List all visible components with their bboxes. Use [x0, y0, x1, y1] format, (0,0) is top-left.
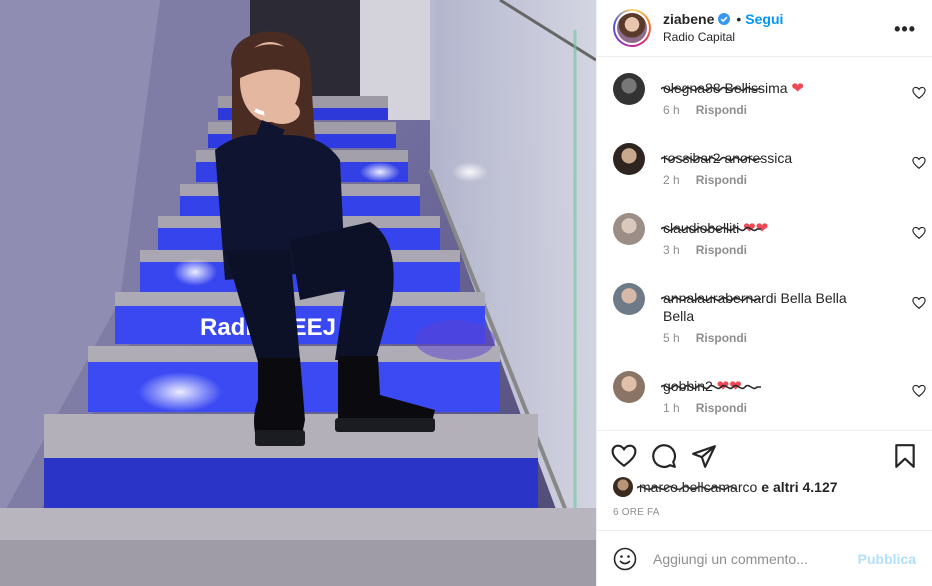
post-location[interactable]: Radio Capital — [663, 28, 783, 46]
comment-time[interactable]: 6 h — [663, 103, 680, 117]
instagram-post-modal: Radio DEEJ ziabene • Segui Radio Capital… — [0, 0, 932, 586]
reply-button[interactable]: Rispondi — [696, 173, 747, 187]
comment-body: Bellissima — [724, 80, 788, 96]
publish-button[interactable]: Pubblica — [858, 551, 916, 567]
follow-button[interactable]: Segui — [745, 10, 783, 28]
liked-by-username[interactable]: marco.bellcamarco — [637, 479, 757, 495]
post-actions-bar — [597, 430, 932, 474]
heart-icon[interactable] — [611, 443, 637, 469]
comment-like-icon[interactable] — [912, 384, 926, 398]
comment-text: rossibar2 anoressica — [661, 149, 873, 175]
reply-button[interactable]: Rispondi — [696, 401, 747, 415]
comment-time[interactable]: 1 h — [663, 401, 680, 415]
comment-meta: 5 h Rispondi — [663, 331, 747, 345]
comment-text: gobbin2 ❤❤ — [661, 377, 873, 403]
commenter-username[interactable]: gobbin2 — [661, 378, 761, 394]
comment-like-icon[interactable] — [912, 296, 926, 310]
reply-button[interactable]: Rispondi — [696, 243, 747, 257]
comment-icon[interactable] — [651, 443, 677, 469]
comment-meta: 3 h Rispondi — [663, 243, 747, 257]
author-avatar[interactable] — [613, 9, 651, 47]
more-options-icon[interactable]: ••• — [894, 19, 916, 40]
commenter-username[interactable]: annalaurabernardi — [661, 290, 777, 306]
red-heart-emoji: ❤❤ — [743, 220, 769, 237]
bookmark-icon[interactable] — [892, 443, 918, 469]
red-heart-emoji: ❤ — [791, 80, 804, 97]
comment-input[interactable] — [653, 550, 858, 567]
commenter-username[interactable]: rossibar2 — [661, 150, 761, 166]
reply-button[interactable]: Rispondi — [696, 331, 747, 345]
comment-meta: 2 h Rispondi — [663, 173, 747, 187]
likes-count[interactable]: e altri 4.127 — [761, 479, 837, 495]
post-header: ziabene • Segui Radio Capital ••• — [597, 0, 932, 57]
comment-text: annalaurabernardi Bella Bella Bella — [661, 289, 873, 325]
liker-avatar[interactable] — [613, 477, 633, 497]
commenter-avatar[interactable] — [613, 213, 645, 245]
post-time-ago[interactable]: 6 ORE FA — [613, 507, 660, 518]
comment-like-icon[interactable] — [912, 86, 926, 100]
comment-item: gobbin2 ❤❤ — [613, 371, 916, 403]
comment-meta: 6 h Rispondi — [663, 103, 747, 117]
reply-button[interactable]: Rispondi — [696, 103, 747, 117]
comments-list: olegna88 Bellissima ❤ 6 h Rispondi rossibar… — [597, 57, 932, 430]
comment-item: olegna88 Bellissima ❤ — [613, 73, 916, 105]
comment-item: rossibar2 anoressica — [613, 143, 916, 175]
author-avatar-image — [617, 13, 647, 43]
commenter-avatar[interactable] — [613, 73, 645, 105]
comment-body: anoressica — [724, 150, 793, 166]
comment-text: olegna88 Bellissima ❤ — [661, 79, 873, 105]
comment-time[interactable]: 3 h — [663, 243, 680, 257]
comment-item: annalaurabernardi Bella Bella Bella — [613, 283, 916, 325]
commenter-avatar[interactable] — [613, 371, 645, 403]
comment-like-icon[interactable] — [912, 226, 926, 240]
likes-summary: marco.bellcamarco e altri 4.127 — [613, 477, 916, 497]
commenter-username[interactable]: claudiobelliti — [661, 220, 761, 236]
comment-item: claudiobelliti ❤❤ — [613, 213, 916, 245]
stairs-photo-illustration: Radio DEEJ — [0, 0, 596, 586]
commenter-username[interactable]: olegna88 — [661, 80, 761, 96]
emoji-icon[interactable] — [613, 547, 637, 571]
author-username[interactable]: ziabene — [663, 10, 714, 28]
verified-badge-icon — [718, 13, 731, 25]
post-sidebar: ziabene • Segui Radio Capital ••• olegna… — [596, 0, 932, 586]
comment-time[interactable]: 5 h — [663, 331, 680, 345]
commenter-avatar[interactable] — [613, 143, 645, 175]
comment-text: claudiobelliti ❤❤ — [661, 219, 873, 245]
add-comment-bar: Pubblica — [597, 530, 932, 586]
post-photo[interactable]: Radio DEEJ — [0, 0, 596, 586]
paper-plane-icon[interactable] — [691, 443, 717, 469]
commenter-avatar[interactable] — [613, 283, 645, 315]
red-heart-emoji: ❤❤ — [716, 378, 742, 395]
comment-like-icon[interactable] — [912, 156, 926, 170]
comment-time[interactable]: 2 h — [663, 173, 680, 187]
separator-dot: • — [736, 11, 742, 27]
comment-meta: 1 h Rispondi — [663, 401, 747, 415]
